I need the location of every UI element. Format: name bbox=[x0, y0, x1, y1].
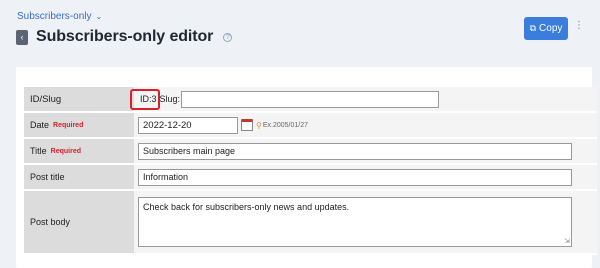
post-title-label: Post title bbox=[24, 165, 134, 189]
required-badge: Required bbox=[53, 121, 84, 129]
resize-handle-icon[interactable]: ⇲ bbox=[564, 238, 570, 245]
form-row-post-title: Post title Information bbox=[24, 165, 597, 191]
copy-icon: ⧉ bbox=[529, 23, 537, 33]
title-label-text: Title bbox=[30, 146, 47, 156]
pin-icon: ⚲ bbox=[256, 120, 262, 130]
id-slug-value: ID:3 Slug: bbox=[134, 87, 597, 111]
form-row-post-body: Post body Check back for subscribers-onl… bbox=[24, 191, 597, 255]
form-table: ID/Slug ID:3 Slug: Date Required 2022-12… bbox=[24, 87, 597, 255]
date-value: 2022-12-20 ⚲ Ex.2005/01/27 bbox=[134, 113, 597, 137]
id-slug-label-text: ID/Slug bbox=[30, 93, 62, 105]
form-row-date: Date Required 2022-12-20 ⚲ Ex.2005/01/27 bbox=[24, 113, 597, 139]
post-body-text: Check back for subscribers-only news and… bbox=[143, 202, 350, 212]
breadcrumb[interactable]: Subscribers-only ⌄ bbox=[17, 11, 102, 22]
date-hint-text: Ex.2005/01/27 bbox=[262, 121, 309, 129]
back-button[interactable]: ‹ bbox=[16, 29, 28, 45]
id-slug-label: ID/Slug bbox=[24, 87, 134, 111]
page-title: Subscribers-only editor bbox=[36, 28, 214, 45]
date-input[interactable]: 2022-12-20 bbox=[138, 116, 238, 134]
chevron-down-icon[interactable]: ⌄ bbox=[95, 12, 102, 21]
help-icon[interactable]: ? bbox=[223, 32, 233, 42]
title-input[interactable]: Subscribers main page bbox=[138, 142, 572, 160]
post-body-label-text: Post body bbox=[30, 217, 71, 227]
date-label-text: Date bbox=[30, 120, 50, 130]
chevron-left-icon: ‹ bbox=[20, 32, 24, 42]
copy-button[interactable]: ⧉ Copy bbox=[524, 17, 568, 40]
form-panel: ID/Slug ID:3 Slug: Date Required 2022-12… bbox=[16, 67, 597, 268]
slug-label: Slug: bbox=[159, 94, 181, 104]
post-body-textarea[interactable]: Check back for subscribers-only news and… bbox=[138, 197, 572, 247]
copy-button-label: Copy bbox=[539, 23, 563, 34]
title-row: ‹ Subscribers-only editor ? bbox=[16, 28, 233, 46]
date-hint: ⚲ Ex.2005/01/27 bbox=[256, 121, 308, 130]
more-options-icon[interactable]: ⋮ bbox=[574, 21, 584, 31]
id-highlight-box bbox=[130, 89, 160, 110]
calendar-icon[interactable] bbox=[241, 119, 253, 131]
form-row-title: Title Required Subscribers main page bbox=[24, 139, 597, 165]
required-badge: Required bbox=[50, 147, 82, 155]
post-title-value: Information bbox=[134, 165, 597, 189]
post-title-label-text: Post title bbox=[30, 172, 65, 182]
date-label: Date Required bbox=[24, 113, 134, 137]
post-body-value: Check back for subscribers-only news and… bbox=[134, 191, 597, 253]
title-value: Subscribers main page bbox=[134, 139, 597, 163]
form-row-id-slug: ID/Slug ID:3 Slug: bbox=[24, 87, 597, 113]
post-title-input[interactable]: Information bbox=[138, 168, 572, 186]
slug-input[interactable] bbox=[181, 90, 440, 108]
title-label: Title Required bbox=[24, 139, 134, 163]
breadcrumb-label[interactable]: Subscribers-only bbox=[17, 11, 91, 22]
post-body-label: Post body bbox=[24, 191, 134, 253]
